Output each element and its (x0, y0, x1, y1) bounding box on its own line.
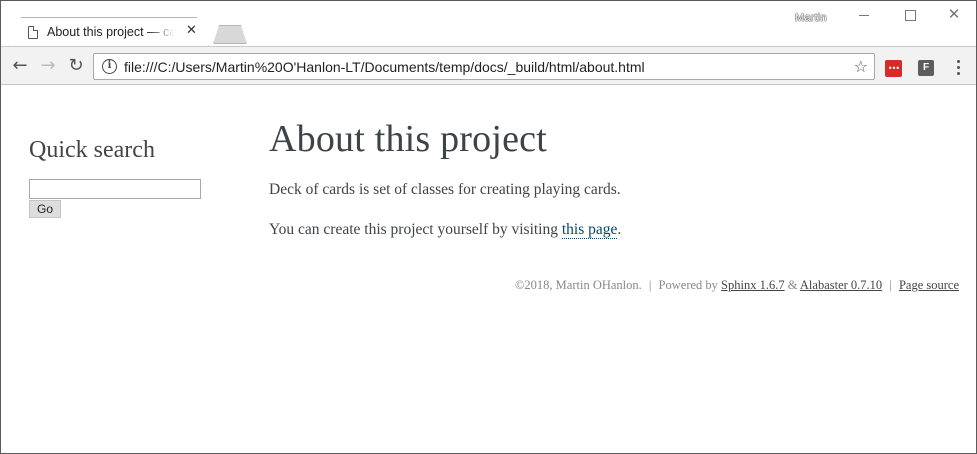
new-tab-button[interactable] (213, 25, 247, 44)
reload-icon[interactable]: ↻ (65, 55, 87, 77)
back-icon[interactable]: ← (9, 55, 31, 77)
ampersand-text: & (787, 278, 798, 292)
forward-icon[interactable]: → (37, 55, 59, 77)
footer-separator: | (648, 278, 652, 292)
this-page-link[interactable]: this page (561, 221, 618, 239)
powered-by-text: Powered by (658, 278, 718, 292)
maximize-icon[interactable] (903, 7, 917, 21)
lastpass-extension-icon[interactable]: ••• (885, 60, 902, 77)
extension-f-icon[interactable]: F (918, 60, 934, 76)
footer: ©2018, Martin OHanlon. | Powered by Sphi… (515, 278, 959, 293)
address-bar[interactable]: i file:///C:/Users/Martin%20O'Hanlon-LT/… (93, 53, 875, 80)
profile-name[interactable]: Martin (795, 12, 827, 24)
page-content: Quick search Go About this project Deck … (1, 86, 976, 453)
create-project-paragraph: You can create this project yourself by … (269, 221, 621, 239)
tab-content[interactable]: About this project — card ✕ (9, 17, 209, 47)
paragraph-suffix: . (617, 221, 622, 238)
window-close-icon[interactable]: ✕ (947, 7, 961, 22)
minimize-icon[interactable] (857, 7, 871, 21)
alabaster-link[interactable]: Alabaster 0.7.10 (800, 278, 882, 292)
paragraph-prefix: You can create this project yourself by … (269, 221, 562, 238)
sphinx-link[interactable]: Sphinx 1.6.7 (721, 278, 785, 292)
browser-window: About this project — card ✕ Martin ✕ ← →… (0, 0, 977, 454)
browser-toolbar: ← → ↻ i file:///C:/Users/Martin%20O'Hanl… (1, 46, 976, 85)
description-paragraph: Deck of cards is set of classes for crea… (269, 181, 621, 198)
tab-title[interactable]: About this project — card (47, 25, 175, 39)
bookmark-star-icon[interactable]: ☆ (854, 57, 868, 76)
go-button[interactable]: Go (29, 200, 61, 218)
url-text[interactable]: file:///C:/Users/Martin%20O'Hanlon-LT/Do… (124, 59, 645, 75)
page-icon (28, 26, 38, 39)
tab-close-icon[interactable]: ✕ (186, 23, 197, 39)
browser-menu-icon[interactable] (951, 58, 965, 78)
page-title: About this project (269, 118, 548, 160)
search-input[interactable] (29, 179, 201, 199)
footer-separator-2: | (889, 278, 892, 292)
quick-search-heading: Quick search (29, 137, 155, 163)
info-icon[interactable]: i (102, 59, 117, 74)
tab-strip: About this project — card ✕ Martin ✕ (1, 1, 976, 47)
copyright-text: ©2018, Martin OHanlon. (514, 278, 642, 292)
page-source-link[interactable]: Page source (899, 278, 959, 292)
